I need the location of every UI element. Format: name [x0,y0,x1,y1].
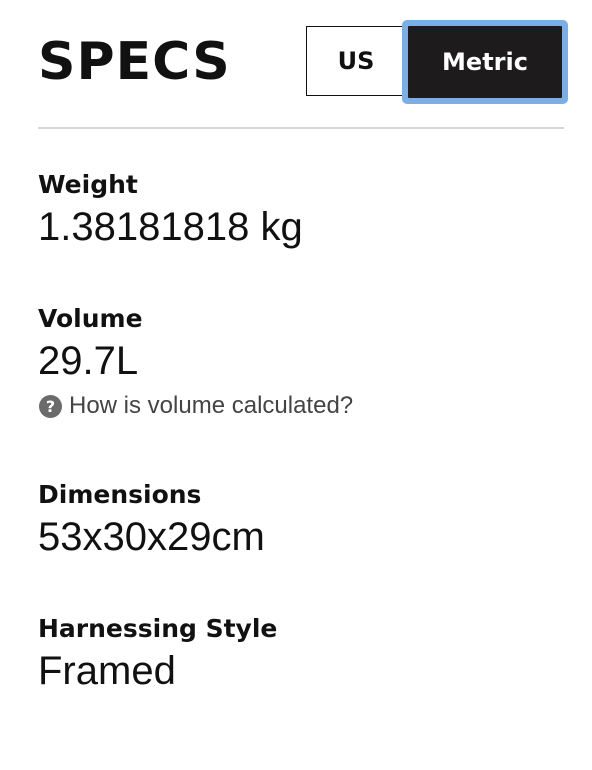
unit-metric-label: Metric [408,26,562,98]
specs-header: SPECS US Metric [38,20,568,104]
spec-value-harnessing-style: Framed [38,649,176,693]
spec-volume: Volume 29.7L ? How is volume calculated? [38,304,353,420]
unit-metric-button[interactable]: Metric [402,20,568,104]
spec-dimensions: Dimensions 53x30x29cm [38,480,265,560]
unit-us-button[interactable]: US [306,26,406,96]
volume-help-link[interactable]: ? How is volume calculated? [38,392,353,420]
spec-weight: Weight 1.38181818 kg [38,170,303,250]
divider [38,127,564,129]
spec-value-volume: 29.7L [38,339,139,383]
spec-label-weight: Weight [38,170,138,199]
unit-toggle: US Metric [306,20,568,104]
spec-harnessing-style: Harnessing Style Framed [38,614,277,694]
page-title: SPECS [38,32,231,92]
spec-label-volume: Volume [38,304,143,333]
spec-label-harnessing-style: Harnessing Style [38,614,278,643]
spec-label-dimensions: Dimensions [38,480,202,509]
question-circle-icon: ? [39,394,62,418]
spec-value-weight: 1.38181818 kg [38,205,303,249]
spec-value-dimensions: 53x30x29cm [38,515,265,559]
volume-help-text: How is volume calculated? [69,392,354,419]
